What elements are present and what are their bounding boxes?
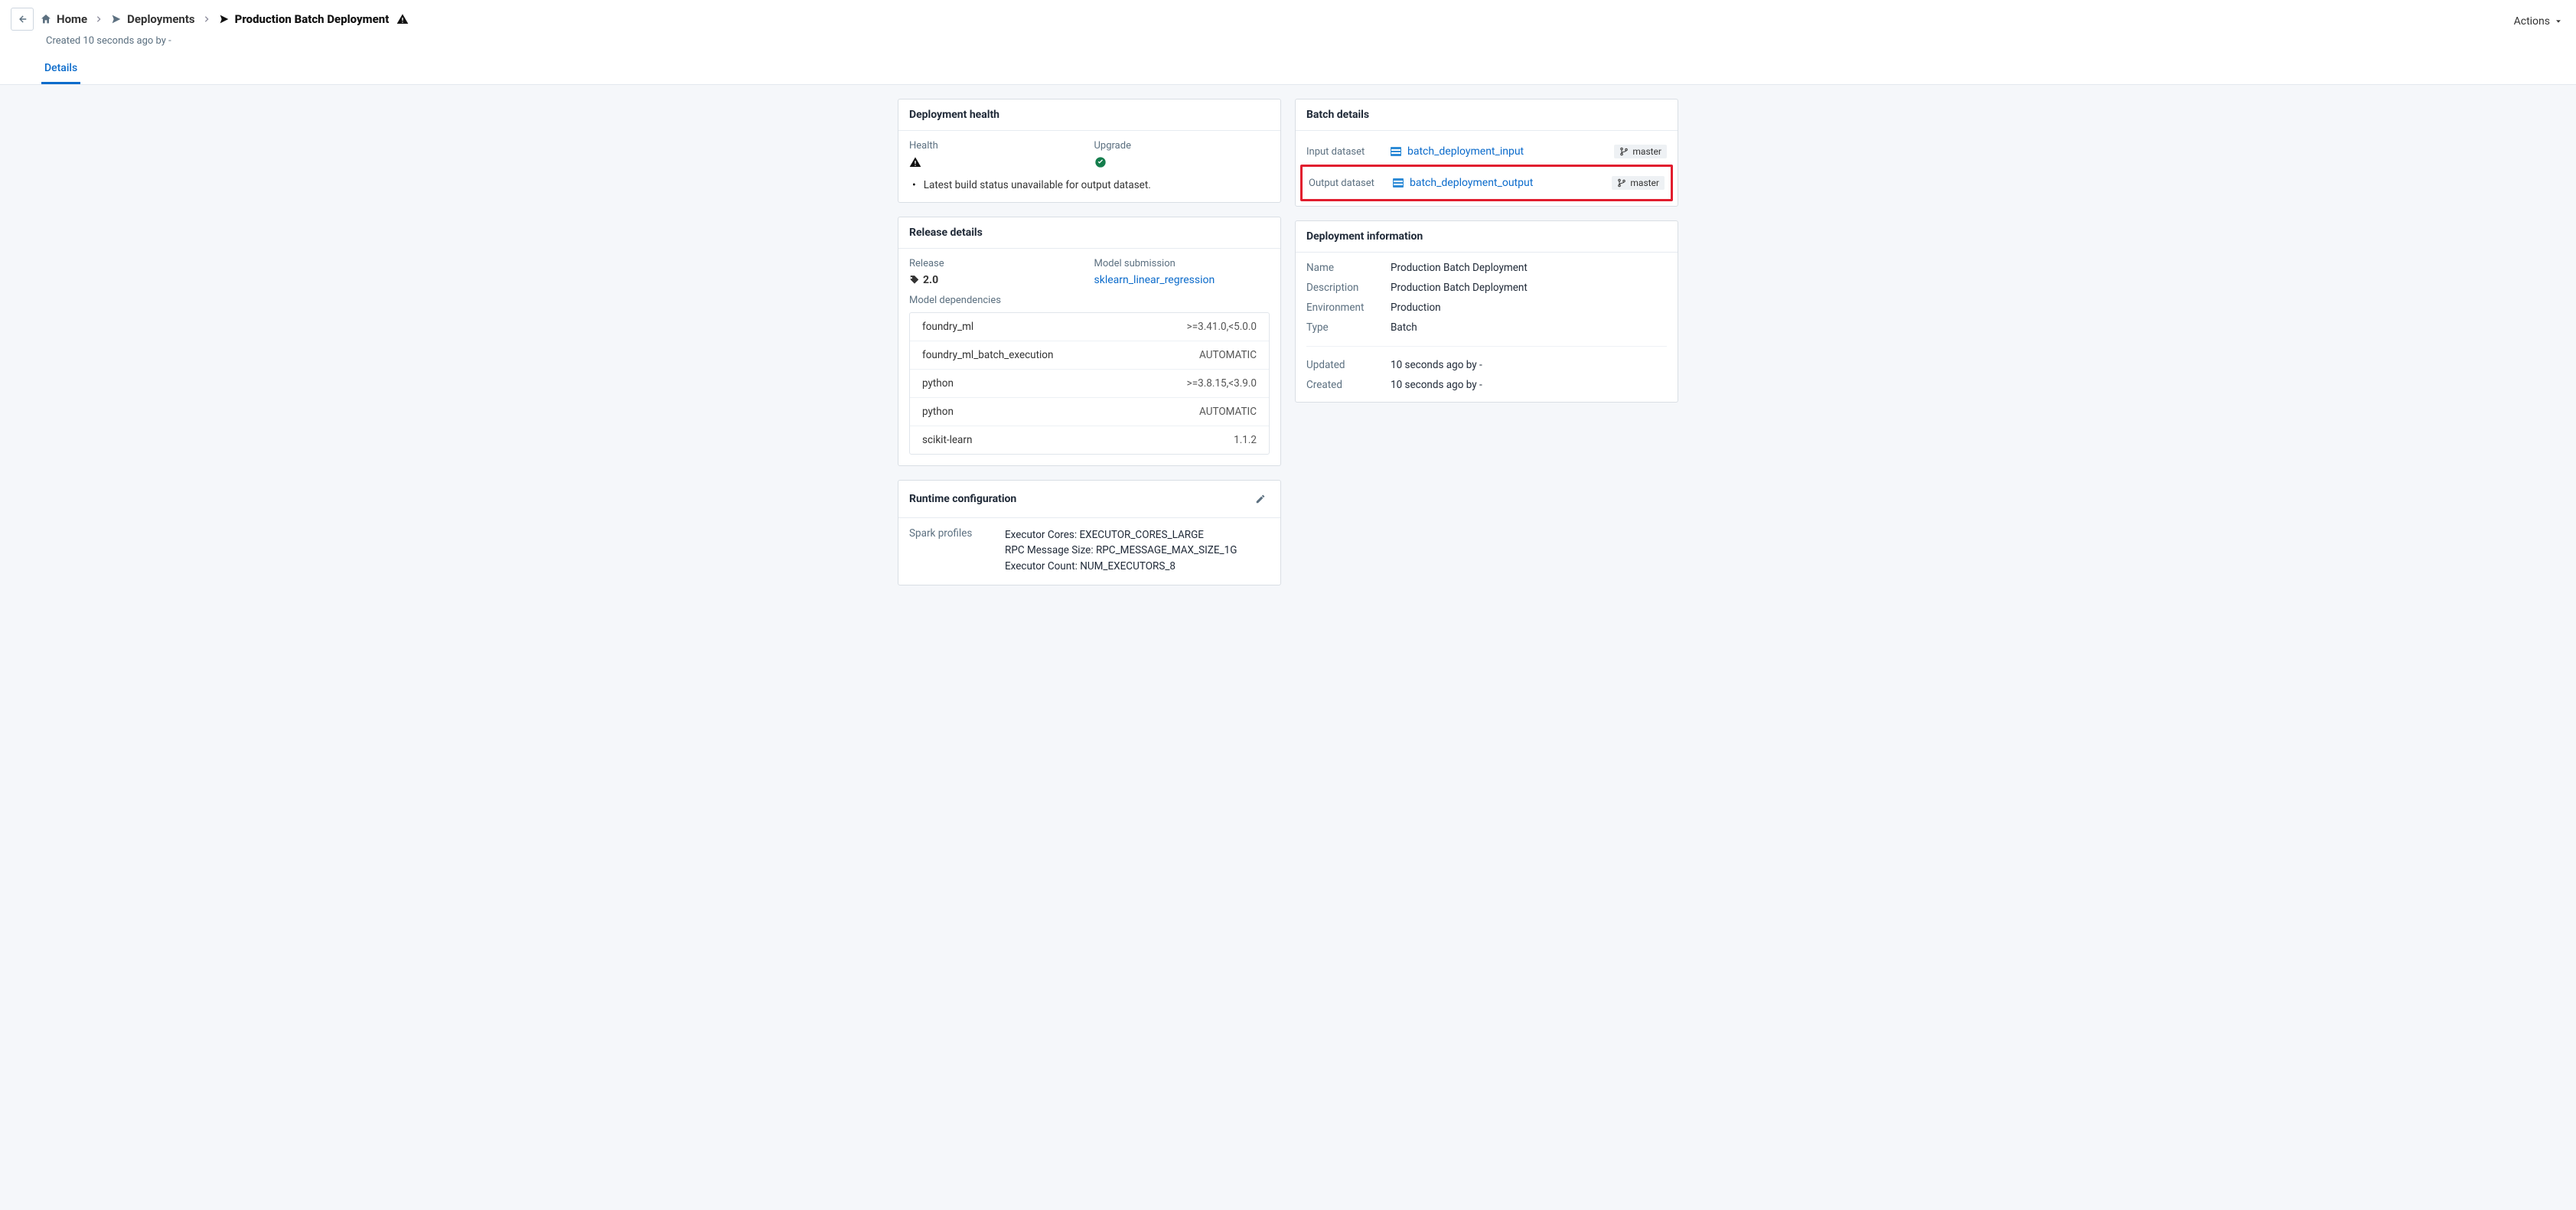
actions-label: Actions: [2514, 15, 2550, 28]
dep-row: python AUTOMATIC: [910, 398, 1269, 426]
info-value: Batch: [1391, 321, 1667, 334]
info-key: Environment: [1306, 302, 1391, 314]
info-key: Name: [1306, 262, 1391, 274]
info-value: Production: [1391, 302, 1667, 314]
input-dataset-row: Input dataset batch_deployment_input mas…: [1306, 140, 1667, 163]
actions-menu[interactable]: Actions: [2514, 15, 2562, 28]
deps-label: Model dependencies: [909, 295, 1270, 306]
card-title: Deployment information: [1296, 221, 1678, 253]
dep-version: AUTOMATIC: [1199, 349, 1257, 361]
release-details-card: Release details Release 2.0: [898, 217, 1281, 466]
upgrade-label: Upgrade: [1094, 140, 1270, 152]
output-dataset-highlight: Output dataset batch_deployment_output m…: [1300, 165, 1673, 201]
back-button[interactable]: [11, 8, 34, 31]
output-dataset-link[interactable]: batch_deployment_output: [1410, 177, 1533, 189]
chevron-right-icon: [95, 15, 103, 23]
divider: [1306, 346, 1667, 347]
dep-name: scikit-learn: [922, 434, 972, 446]
info-key: Description: [1306, 282, 1391, 294]
spark-profile-line: Executor Count: NUM_EXECUTORS_8: [1005, 559, 1237, 574]
breadcrumb-home-label: Home: [57, 12, 87, 26]
dep-name: python: [922, 406, 954, 418]
deployment-info-card: Deployment information Name Production B…: [1295, 220, 1678, 403]
branch-name: master: [1630, 178, 1659, 188]
output-dataset-row: Output dataset batch_deployment_output m…: [1309, 171, 1665, 194]
tab-details[interactable]: Details: [41, 57, 80, 84]
info-value: Production Batch Deployment: [1391, 282, 1667, 294]
dependencies-list: foundry_ml >=3.41.0,<5.0.0 foundry_ml_bat…: [909, 312, 1270, 455]
dep-version: AUTOMATIC: [1199, 406, 1257, 418]
tag-icon: [909, 275, 920, 285]
dep-name: foundry_ml: [922, 321, 973, 333]
warning-icon: [909, 156, 921, 168]
branch-name: master: [1632, 146, 1661, 157]
info-key: Type: [1306, 321, 1391, 334]
health-label: Health: [909, 140, 1085, 152]
breadcrumb-current-label: Production Batch Deployment: [235, 12, 390, 26]
runtime-config-card: Runtime configuration Spark profiles Exe…: [898, 480, 1281, 585]
git-branch-icon: [1617, 178, 1626, 188]
chevron-right-icon: [203, 15, 210, 23]
card-title: Runtime configuration: [909, 493, 1016, 505]
branch-badge[interactable]: master: [1614, 145, 1667, 158]
info-value: 10 seconds ago by -: [1391, 379, 1667, 391]
breadcrumb-deployments-label: Deployments: [127, 12, 194, 26]
dataset-icon: [1391, 147, 1401, 156]
dep-name: foundry_ml_batch_execution: [922, 349, 1053, 361]
deployment-icon: [218, 13, 230, 25]
header: Home Deployments Production Batch Deploy…: [0, 0, 2576, 85]
warning-icon: [396, 13, 409, 25]
git-branch-icon: [1619, 147, 1629, 156]
dep-row: foundry_ml >=3.41.0,<5.0.0: [910, 313, 1269, 341]
home-icon: [40, 13, 52, 25]
tabs: Details: [41, 57, 2565, 84]
info-key: Updated: [1306, 359, 1391, 371]
breadcrumb-current: Production Batch Deployment: [218, 12, 409, 26]
breadcrumbs: Home Deployments Production Batch Deploy…: [40, 12, 409, 26]
output-dataset-label: Output dataset: [1309, 178, 1385, 189]
batch-details-card: Batch details Input dataset batch_deploy…: [1295, 99, 1678, 207]
dataset-icon: [1393, 178, 1404, 188]
input-dataset-label: Input dataset: [1306, 146, 1383, 158]
dep-version: >=3.41.0,<5.0.0: [1187, 321, 1257, 333]
pencil-icon: [1255, 494, 1266, 504]
spark-profile-line: RPC Message Size: RPC_MESSAGE_MAX_SIZE_1…: [1005, 543, 1237, 558]
breadcrumb-deployments[interactable]: Deployments: [110, 12, 194, 26]
dep-row: foundry_ml_batch_execution AUTOMATIC: [910, 341, 1269, 370]
info-value: Production Batch Deployment: [1391, 262, 1667, 274]
caret-down-icon: [2555, 18, 2562, 25]
check-circle-icon: [1094, 156, 1107, 168]
edit-runtime-button[interactable]: [1251, 490, 1270, 508]
health-message: Latest build status unavailable for outp…: [909, 179, 1270, 191]
deployments-icon: [110, 13, 122, 25]
spark-profiles-values: Executor Cores: EXECUTOR_CORES_LARGE RPC…: [1005, 527, 1237, 574]
model-submission-link[interactable]: sklearn_linear_regression: [1094, 274, 1215, 286]
dep-version: >=3.8.15,<3.9.0: [1187, 377, 1257, 390]
header-subtitle: Created 10 seconds ago by -: [46, 35, 2565, 47]
card-title: Batch details: [1296, 99, 1678, 131]
card-title: Deployment health: [898, 99, 1280, 131]
breadcrumb-home[interactable]: Home: [40, 12, 87, 26]
spark-profiles-label: Spark profiles: [909, 527, 982, 574]
page-body: Deployment health Health Upgra: [0, 85, 2576, 1210]
dep-row: scikit-learn 1.1.2: [910, 426, 1269, 454]
info-value: 10 seconds ago by -: [1391, 359, 1667, 371]
release-label: Release: [909, 258, 1085, 269]
arrow-left-icon: [17, 14, 28, 24]
deployment-health-card: Deployment health Health Upgra: [898, 99, 1281, 203]
release-value: 2.0: [923, 274, 938, 286]
submission-label: Model submission: [1094, 258, 1270, 269]
dep-version: 1.1.2: [1234, 434, 1257, 446]
spark-profile-line: Executor Cores: EXECUTOR_CORES_LARGE: [1005, 527, 1237, 543]
dep-row: python >=3.8.15,<3.9.0: [910, 370, 1269, 398]
info-key: Created: [1306, 379, 1391, 391]
dep-name: python: [922, 377, 954, 390]
branch-badge[interactable]: master: [1612, 176, 1665, 190]
input-dataset-link[interactable]: batch_deployment_input: [1407, 145, 1524, 158]
card-title: Release details: [898, 217, 1280, 249]
